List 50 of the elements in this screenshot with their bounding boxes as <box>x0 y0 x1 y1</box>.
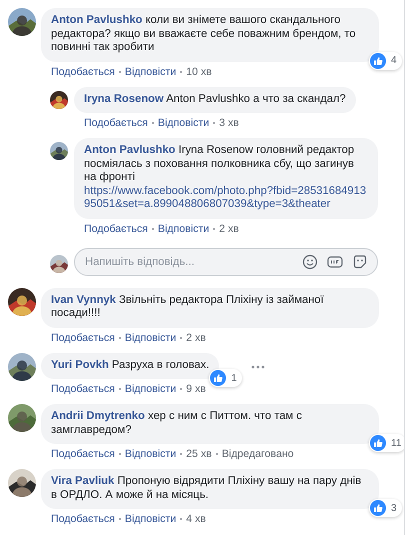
action-link[interactable]: Відповісти <box>124 448 176 460</box>
timestamp[interactable]: 2 хв <box>219 222 239 234</box>
reaction-count[interactable]: 4 <box>369 52 402 70</box>
author-link[interactable]: Andrii Dmytrenko <box>51 410 145 422</box>
action-link[interactable]: Відповісти <box>158 222 210 234</box>
comment-text: Iryna Rosenow Anton Pavlushko а что за скандал? <box>84 92 346 106</box>
timestamp[interactable]: 9 хв <box>186 383 206 395</box>
author-link[interactable]: Vira Pavliuk <box>51 475 114 487</box>
emoji-icon[interactable] <box>302 254 318 270</box>
author-link[interactable]: Anton Pavlushko <box>51 14 142 26</box>
action-link[interactable]: Відповісти <box>158 117 210 129</box>
author-link[interactable]: Yuri Povkh <box>51 358 109 370</box>
comment-text: Vira Pavliuk Пропоную відрядити Пліхіну вашу на пару днів в ОРДЛО. А може й на місяць. <box>51 475 362 502</box>
action-link[interactable]: Подобається <box>51 513 115 525</box>
thumbs-up-icon <box>370 500 386 516</box>
more-icon[interactable] <box>251 364 266 369</box>
reaction-count[interactable]: 3 <box>369 499 402 517</box>
edited-label[interactable]: Відредаговано <box>222 448 294 460</box>
action-link[interactable]: Відповісти <box>124 513 176 525</box>
reply-field[interactable]: Напишіть відповідь... <box>74 248 378 276</box>
author-link[interactable]: Iryna Rosenow <box>84 92 164 104</box>
timestamp[interactable]: 4 хв <box>186 513 206 525</box>
timestamp[interactable]: 3 хв <box>219 117 239 129</box>
comment-text: Ivan Vynnyk Звільніть редактора Пліхіну із займаної посади!!!! <box>51 294 325 320</box>
action-link[interactable]: Подобається <box>51 332 115 344</box>
action-link[interactable]: Подобається <box>51 66 115 78</box>
thumbs-up-icon <box>370 435 386 451</box>
author-link[interactable]: Ivan Vynnyk <box>51 294 116 306</box>
action-link[interactable]: Відповісти <box>124 383 176 395</box>
comment-text: Anton Pavlushko Iryna Rosenow головний редактор посміялась з поховання полковника сбу, що загинув на фронті https://www.facebook.com/photo.php?fbid=2853168491395051&set=a.899048806807039&type=3&theater <box>84 144 368 212</box>
sticker-icon[interactable] <box>352 254 368 270</box>
comment-text: Andrii Dmytrenko хер с ним с Питтом. что там с замглавредом? <box>51 410 303 437</box>
gif-icon[interactable] <box>327 254 343 268</box>
thumbs-up-icon <box>370 52 386 68</box>
comment-text: Anton Pavlushko коли ви знімете вашого скандального редактора? якщо ви вважаєте себе поважним брендом, то повинні так зробити <box>51 14 357 54</box>
author-link[interactable]: Anton Pavlushko <box>84 144 176 156</box>
reaction-count[interactable]: 11 <box>369 434 404 452</box>
action-link[interactable]: Подобається <box>84 222 148 234</box>
comment-text: Yuri Povkh Разруха в головах. <box>51 358 210 372</box>
action-link[interactable]: Відповісти <box>124 66 176 78</box>
link[interactable]: https://www.facebook.com/photo.php?fbid=2853168491395051&set=a.899048806807039&type=3&theater <box>84 184 368 212</box>
action-link[interactable]: Подобається <box>51 448 115 460</box>
timestamp[interactable]: 25 хв <box>186 448 212 460</box>
action-link[interactable]: Подобається <box>84 117 148 129</box>
timestamp[interactable]: 2 хв <box>186 332 206 344</box>
thumbs-up-icon <box>210 370 226 386</box>
reaction-count[interactable]: 1 <box>209 369 242 387</box>
timestamp[interactable]: 10 хв <box>186 66 212 78</box>
action-link[interactable]: Відповісти <box>124 332 176 344</box>
action-link[interactable]: Подобається <box>51 383 115 395</box>
